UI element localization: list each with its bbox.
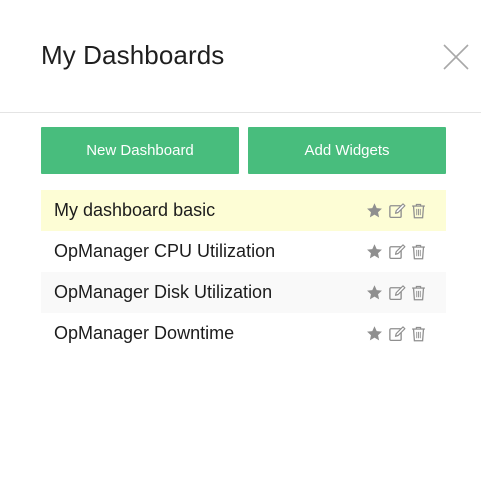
edit-icon[interactable]: [387, 283, 406, 302]
dashboard-list: My dashboard basic OpManager CPU Utiliza…: [41, 190, 446, 354]
edit-icon[interactable]: [387, 201, 406, 220]
trash-icon[interactable]: [409, 283, 428, 302]
dashboard-item-actions: [365, 242, 428, 261]
close-icon[interactable]: [440, 41, 472, 73]
new-dashboard-button[interactable]: New Dashboard: [41, 127, 239, 174]
dashboard-item[interactable]: My dashboard basic: [41, 190, 446, 231]
dashboard-item-label: OpManager Downtime: [54, 323, 235, 343]
add-widgets-button[interactable]: Add Widgets: [248, 127, 446, 174]
trash-icon[interactable]: [409, 201, 428, 220]
star-icon[interactable]: [365, 324, 384, 343]
dashboard-item-actions: [365, 324, 428, 343]
trash-icon[interactable]: [409, 324, 428, 343]
edit-icon[interactable]: [387, 324, 406, 343]
dashboard-item-actions: [365, 283, 428, 302]
dashboard-item-actions: [365, 201, 428, 220]
dashboard-item[interactable]: OpManager CPU Utilization: [41, 231, 446, 272]
dashboard-item-label: OpManager CPU Utilization: [54, 241, 276, 261]
dashboard-item-label: My dashboard basic: [54, 200, 216, 220]
my-dashboards-dialog: My Dashboards New Dashboard Add Widgets …: [0, 0, 481, 481]
dialog-title: My Dashboards: [41, 40, 225, 70]
dashboard-item[interactable]: OpManager Disk Utilization: [41, 272, 446, 313]
dashboard-item-label: OpManager Disk Utilization: [54, 282, 273, 302]
star-icon[interactable]: [365, 283, 384, 302]
edit-icon[interactable]: [387, 242, 406, 261]
dashboard-item[interactable]: OpManager Downtime: [41, 313, 446, 354]
trash-icon[interactable]: [409, 242, 428, 261]
star-icon[interactable]: [365, 201, 384, 220]
dialog-header: My Dashboards: [0, 0, 481, 113]
star-icon[interactable]: [365, 242, 384, 261]
